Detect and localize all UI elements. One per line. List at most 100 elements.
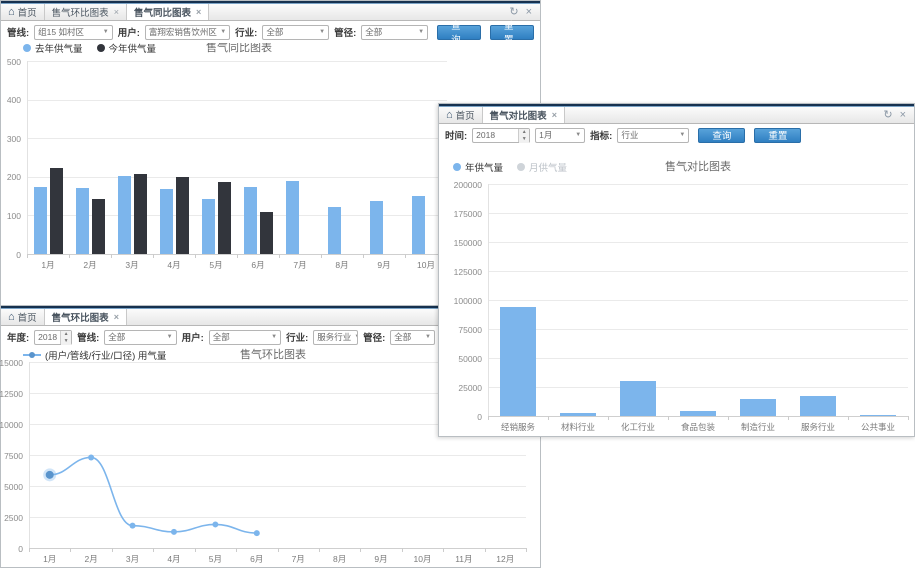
spinner-arrows: ▲▼ [60, 331, 71, 344]
tab-close-icon[interactable]: × [196, 7, 201, 17]
bar-今年供气量[interactable] [260, 212, 273, 254]
x-axis-label: 化工行业 [608, 421, 668, 433]
legend-item[interactable]: (用户/管线/行业/口径) 用气量 [23, 348, 166, 362]
y-axis-label: 100000 [436, 296, 482, 306]
tab-label: 售气同比图表 [134, 5, 191, 19]
tab-home[interactable]: ⌂首页 [439, 107, 483, 123]
bar-去年供气量[interactable] [202, 199, 215, 254]
filter-select[interactable]: 1月▼ [535, 128, 585, 143]
reset-button[interactable]: 重置 [490, 25, 534, 40]
data-point[interactable] [254, 530, 260, 536]
x-axis-tick [236, 548, 237, 552]
tab-home[interactable]: ⌂首页 [1, 309, 45, 325]
bar-今年供气量[interactable] [50, 168, 63, 254]
x-axis-tick [608, 416, 609, 420]
spinner-down-icon[interactable]: ▼ [519, 136, 529, 143]
chart-title: 售气对比图表 [665, 158, 731, 174]
tab-close-icon[interactable]: × [552, 110, 557, 120]
bar-去年供气量[interactable] [286, 181, 299, 254]
x-axis-label: 材料行业 [548, 421, 608, 433]
close-icon[interactable]: × [900, 110, 906, 121]
bar-去年供气量[interactable] [118, 176, 131, 254]
bar-去年供气量[interactable] [412, 196, 425, 254]
x-axis-label: 4月 [153, 259, 195, 271]
filter-select[interactable]: 全部▼ [104, 330, 176, 345]
x-axis-label: 4月 [153, 553, 194, 565]
x-axis-tick [70, 548, 71, 552]
filter-label: 行业: [235, 25, 257, 39]
bar-今年供气量[interactable] [92, 199, 105, 254]
bar-今年供气量[interactable] [176, 177, 189, 254]
bar-年供气量[interactable] [800, 396, 836, 416]
filter-select[interactable]: 全部▼ [390, 330, 435, 345]
legend-item[interactable]: 年供气量 [453, 160, 503, 174]
close-icon[interactable]: × [526, 7, 532, 18]
x-axis-tick [195, 548, 196, 552]
spinner-up-icon[interactable]: ▲ [61, 331, 71, 338]
year-spinner[interactable]: 2018▲▼ [472, 128, 530, 143]
x-axis-tick [548, 416, 549, 420]
bar-年供气量[interactable] [560, 413, 596, 416]
refresh-icon[interactable]: ↻ [509, 7, 518, 18]
filter-select[interactable]: 组15 如村区▼ [34, 25, 113, 40]
legend-label: 月供气量 [529, 160, 567, 174]
bar-年供气量[interactable] [680, 411, 716, 416]
filter-select[interactable]: 行业▼ [617, 128, 689, 143]
bar-今年供气量[interactable] [218, 182, 231, 254]
filter-select[interactable]: 全部▼ [262, 25, 329, 40]
data-point[interactable] [130, 523, 136, 529]
x-axis-tick [526, 548, 527, 552]
legend-item[interactable]: 去年供气量 [23, 41, 83, 55]
legend-item[interactable]: 月供气量 [517, 160, 567, 174]
filter-label: 年度: [7, 330, 29, 344]
bar-去年供气量[interactable] [328, 207, 341, 254]
chevron-down-icon: ▼ [425, 334, 431, 340]
data-point[interactable] [88, 454, 94, 460]
bar-年供气量[interactable] [740, 399, 776, 416]
bar-去年供气量[interactable] [160, 189, 173, 254]
filter-select[interactable]: 服务行业▼ [313, 330, 358, 345]
bar-去年供气量[interactable] [244, 187, 257, 254]
bar-年供气量[interactable] [620, 381, 656, 416]
y-axis-label: 50000 [436, 354, 482, 364]
tab-active-chart[interactable]: 售气对比图表× [483, 107, 565, 123]
x-axis-label: 8月 [321, 259, 363, 271]
tab-home[interactable]: ⌂首页 [1, 4, 45, 20]
tab-close-icon[interactable]: × [114, 7, 119, 17]
bar-年供气量[interactable] [500, 307, 536, 416]
filter-select[interactable]: 全部▼ [209, 330, 281, 345]
data-point[interactable] [212, 521, 218, 527]
legend-item[interactable]: 今年供气量 [97, 41, 157, 55]
x-axis-tick [279, 254, 280, 258]
bar-去年供气量[interactable] [370, 201, 383, 254]
filter-select[interactable]: 全部▼ [361, 25, 428, 40]
bar-去年供气量[interactable] [76, 188, 89, 254]
x-axis-tick [319, 548, 320, 552]
gridline [488, 300, 908, 301]
filter-label: 用户: [118, 25, 140, 39]
tab-active-chart[interactable]: 售气同比图表 × [127, 4, 209, 20]
x-axis-label: 9月 [360, 553, 401, 565]
query-button[interactable]: 查询 [437, 25, 481, 40]
spinner-down-icon[interactable]: ▼ [61, 338, 71, 345]
filter-bar: 管线:组15 如村区▼用户:富翔宏销售饮州区▼行业:全部▼管径:全部▼查询重置 [1, 21, 540, 43]
tab-close-icon[interactable]: × [114, 312, 119, 322]
query-button[interactable]: 查询 [698, 128, 745, 143]
data-point[interactable] [46, 471, 54, 479]
refresh-icon[interactable]: ↻ [883, 110, 892, 121]
x-axis-label: 8月 [319, 553, 360, 565]
bar-年供气量[interactable] [860, 415, 896, 416]
x-axis-label: 9月 [363, 259, 405, 271]
filter-select[interactable]: 富翔宏销售饮州区▼ [145, 25, 230, 40]
reset-button[interactable]: 重置 [754, 128, 801, 143]
spinner-up-icon[interactable]: ▲ [519, 129, 529, 136]
year-spinner[interactable]: 2018▲▼ [34, 330, 72, 345]
bar-今年供气量[interactable] [134, 174, 147, 254]
x-axis-label: 6月 [236, 553, 277, 565]
tab-active-chart[interactable]: 售气环比图表 × [45, 309, 127, 325]
home-icon: ⌂ [446, 110, 453, 121]
bar-去年供气量[interactable] [34, 187, 47, 254]
tab-chart[interactable]: 售气环比图表× [45, 4, 127, 20]
tab-label: 售气环比图表 [52, 310, 109, 324]
data-point[interactable] [171, 529, 177, 535]
